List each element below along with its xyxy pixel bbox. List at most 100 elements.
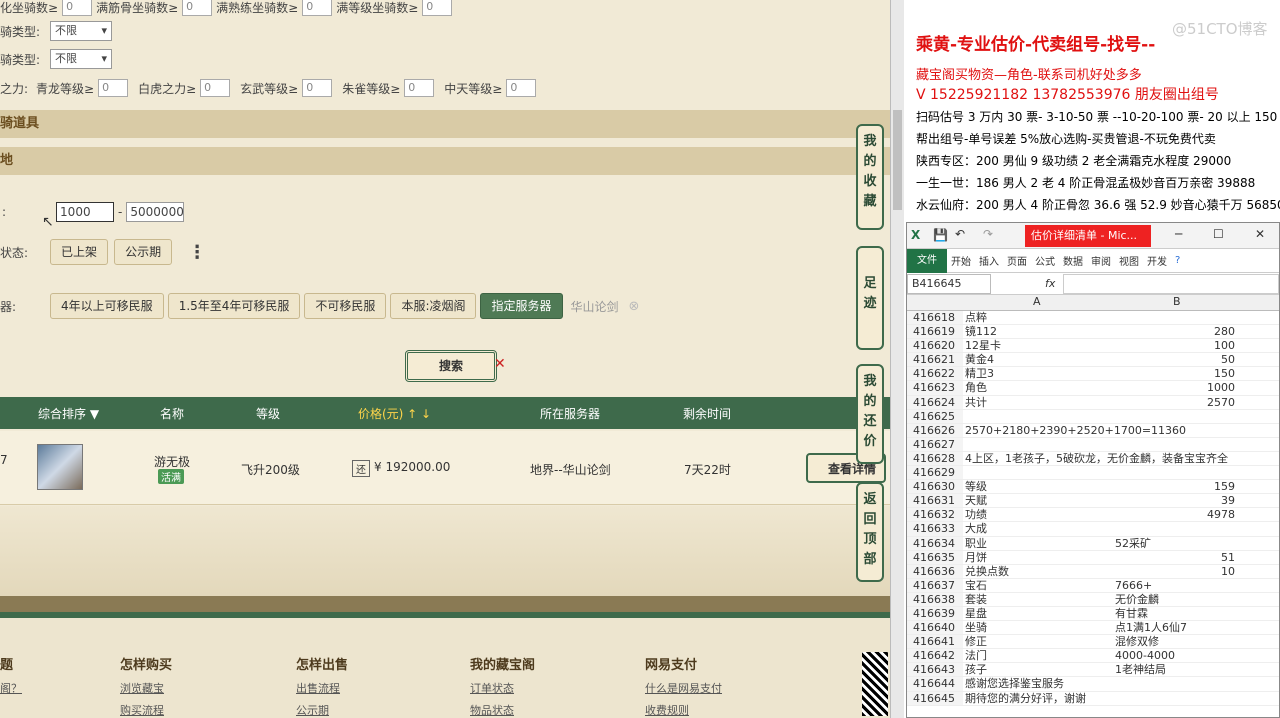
row-number[interactable]: 416637 (907, 578, 963, 592)
server-option-button[interactable]: 本服:凌烟阁 (390, 293, 477, 319)
more-icon[interactable]: ⋮ (188, 242, 206, 263)
cell-b[interactable] (1113, 311, 1239, 324)
bargain-tag[interactable]: 还 (352, 460, 370, 477)
table-row[interactable]: 416644 感谢您选择鉴宝服务 (907, 677, 1279, 692)
cell-a[interactable]: 12星卡 (963, 339, 1113, 352)
table-row[interactable]: 416640 坐骑 点1满1人6仙7 (907, 621, 1279, 636)
search-button[interactable]: 搜索 (405, 350, 497, 382)
server-option-button-selected[interactable]: 指定服务器 (480, 293, 563, 319)
server-option-button[interactable]: 1.5年至4年可移民服 (167, 293, 301, 319)
filter-input[interactable]: 0 (302, 79, 333, 97)
tab-data[interactable]: 数据 (1059, 253, 1087, 268)
cell-a[interactable]: 功绩 (963, 508, 1113, 521)
tab-developer[interactable]: 开发 (1143, 253, 1171, 268)
filter-input[interactable]: 0 (506, 79, 537, 97)
cell-a[interactable]: 2570+2180+2390+2520+1700=11360 (963, 424, 1186, 437)
filter-input[interactable]: 0 (62, 0, 93, 16)
cell-a[interactable]: 感谢您选择鉴宝服务 (963, 677, 1113, 690)
table-row[interactable]: 416645 期待您的满分好评，谢谢 (907, 691, 1279, 706)
avatar[interactable] (37, 444, 83, 490)
row-number[interactable]: 416632 (907, 508, 963, 522)
minimize-icon[interactable]: ─ (1175, 227, 1182, 241)
cell-b[interactable] (1113, 677, 1239, 690)
cell-a[interactable]: 坐骑 (963, 621, 1113, 634)
my-bargains-button[interactable]: 我的还价 (856, 364, 884, 464)
table-row[interactable]: 7 游无极 活满 飞升200级 还 ¥ 192000.00 地界--华山论剑 7… (0, 431, 890, 505)
cell-b[interactable]: 混修双修 (1113, 635, 1239, 648)
table-row[interactable]: 416623 角色 1000 (907, 381, 1279, 396)
row-number[interactable]: 416624 (907, 395, 963, 409)
footer-link[interactable]: 阁？ (0, 680, 22, 696)
back-to-top-button[interactable]: 返回顶部 (856, 482, 884, 582)
cell-a[interactable]: 职业 (963, 537, 1113, 550)
row-number[interactable]: 416618 (907, 311, 963, 325)
tab-view[interactable]: 视图 (1115, 253, 1143, 268)
row-number[interactable]: 416644 (907, 677, 963, 691)
filter-input[interactable]: 0 (302, 0, 333, 16)
table-row[interactable]: 416620 12星卡 100 (907, 339, 1279, 354)
tab-insert[interactable]: 插入 (975, 253, 1003, 268)
redo-icon[interactable]: ↷ (983, 227, 993, 241)
table-row[interactable]: 416641 修正 混修双修 (907, 635, 1279, 650)
cell-a[interactable]: 精卫3 (963, 367, 1113, 380)
cell-b[interactable]: 有甘霖 (1113, 607, 1239, 620)
cell-a[interactable]: 孩子 (963, 663, 1113, 676)
footer-link[interactable]: 出售流程 (296, 680, 340, 696)
cell-b[interactable]: 39 (1113, 494, 1239, 507)
row-number[interactable]: 416638 (907, 592, 963, 606)
row-number[interactable]: 416627 (907, 437, 963, 451)
cell-b[interactable]: 280 (1113, 325, 1239, 338)
filter-input[interactable]: 0 (404, 79, 435, 97)
row-number[interactable]: 416639 (907, 606, 963, 621)
status-on-sale-button[interactable]: 已上架 (50, 239, 109, 265)
tab-file[interactable]: 文件 (907, 248, 947, 273)
table-row[interactable]: 416642 法门 4000-4000 (907, 649, 1279, 664)
footprint-button[interactable]: 足迹 (856, 246, 884, 350)
cell-a[interactable]: 期待您的满分好评，谢谢 (963, 692, 1113, 705)
table-row[interactable]: 416624 共计 2570 (907, 395, 1279, 410)
row-number[interactable]: 416634 (907, 536, 963, 550)
footer-link[interactable]: 收费规则 (645, 702, 689, 718)
table-row[interactable]: 416625 (907, 409, 1279, 424)
cell-b[interactable]: 点1满1人6仙7 (1113, 621, 1239, 634)
cell-a[interactable]: 大成 (963, 522, 1113, 535)
price-max-input[interactable]: 5000000 (126, 202, 185, 222)
cell-a[interactable]: 点粹 (963, 311, 1113, 324)
cell-b[interactable]: 7666+ (1113, 579, 1239, 592)
cell-a[interactable]: 镜112 (963, 325, 1113, 338)
filter-input[interactable]: 0 (182, 0, 213, 16)
footer-link[interactable]: 公示期 (296, 702, 329, 718)
filter-input[interactable]: 0 (422, 0, 453, 16)
mount-type2-select[interactable]: 不限 (50, 49, 113, 69)
help-icon[interactable]: ? (1171, 255, 1184, 266)
name-box[interactable]: B416645 (907, 273, 991, 294)
cell-b[interactable]: 2570 (1113, 396, 1239, 409)
table-row[interactable]: 416630 等级 159 (907, 480, 1279, 495)
cell-b[interactable]: 50 (1113, 353, 1239, 366)
table-row[interactable]: 416629 (907, 466, 1279, 481)
column-a-header[interactable]: A (1033, 295, 1041, 308)
cell-a[interactable]: 星盘 (963, 607, 1113, 620)
cell-a[interactable]: 月饼 (963, 551, 1113, 564)
cell-b[interactable]: 100 (1113, 339, 1239, 352)
table-row[interactable]: 416622 精卫3 150 (907, 367, 1279, 382)
section-header[interactable]: 地 (0, 147, 890, 175)
table-row[interactable]: 416621 黄金4 50 (907, 353, 1279, 368)
cell-a[interactable]: 等级 (963, 480, 1113, 493)
table-row[interactable]: 416643 孩子 1老神结局 (907, 663, 1279, 678)
cell-b[interactable] (1113, 410, 1239, 423)
cell-a[interactable] (963, 438, 1113, 451)
row-number[interactable]: 416625 (907, 409, 963, 423)
table-row[interactable]: 416639 星盘 有甘霖 (907, 606, 1279, 622)
scrollbar[interactable] (890, 0, 904, 718)
table-row[interactable]: 416633 大成 (907, 522, 1279, 537)
row-number[interactable]: 416619 (907, 325, 963, 339)
formula-input[interactable] (1063, 273, 1279, 294)
tab-page[interactable]: 页面 (1003, 253, 1031, 268)
table-row[interactable]: 416618 点粹 (907, 311, 1279, 326)
column-b-header[interactable]: B (1173, 295, 1181, 308)
maximize-icon[interactable]: ☐ (1213, 227, 1224, 241)
table-row[interactable]: 416626 2570+2180+2390+2520+1700=11360 (907, 423, 1279, 438)
tab-formula[interactable]: 公式 (1031, 253, 1059, 268)
cell-a[interactable]: 共计 (963, 396, 1113, 409)
